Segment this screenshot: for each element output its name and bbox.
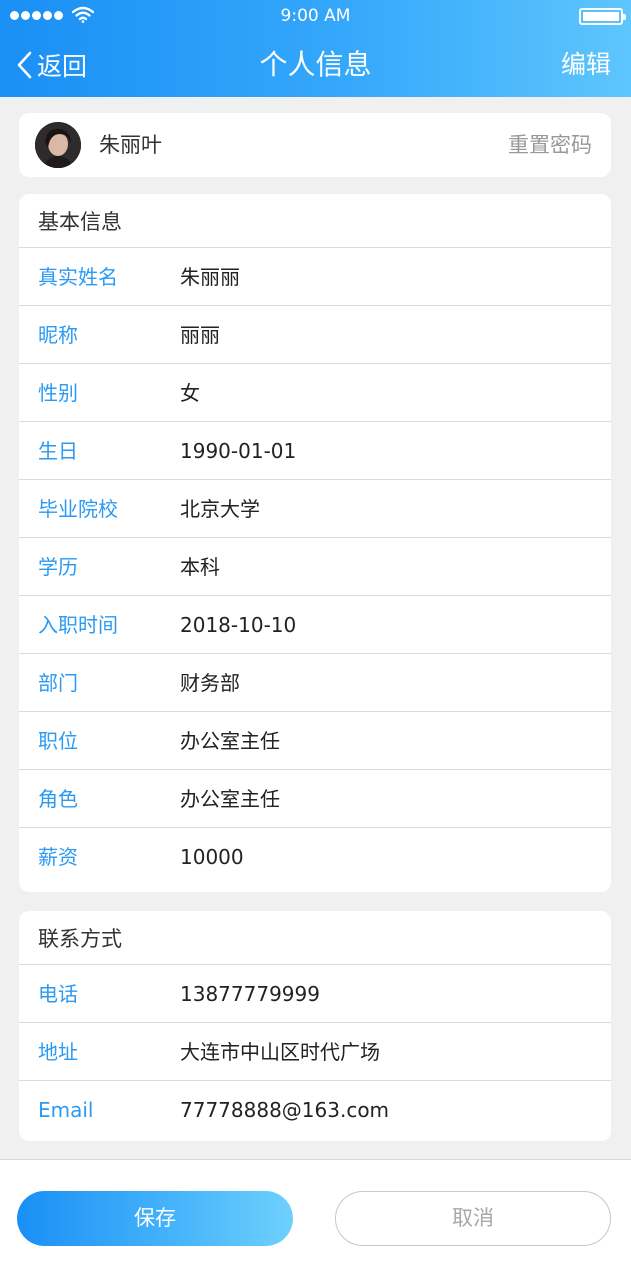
row-value: 2018-10-10	[180, 613, 297, 637]
profile-name: 朱丽叶	[99, 133, 162, 157]
row-label: Email	[38, 1098, 94, 1122]
header-bar: 9:00 AM 返回 个人信息 编辑	[0, 0, 631, 97]
back-label: 返回	[37, 52, 88, 81]
row-label: 生日	[38, 439, 78, 463]
reset-password-button[interactable]: 重置密码	[508, 113, 592, 177]
row-value: 丽丽	[180, 323, 220, 347]
contact-row-email[interactable]: Email 77778888@163.com	[19, 1081, 611, 1139]
row-label: 地址	[38, 1040, 78, 1064]
avatar-image	[35, 122, 81, 168]
profile-card: 朱丽叶 重置密码	[19, 113, 611, 177]
row-value: 1990-01-01	[180, 439, 297, 463]
row-value: 大连市中山区时代广场	[180, 1040, 380, 1064]
contact-row-phone[interactable]: 电话 13877779999	[19, 965, 611, 1023]
info-row-school[interactable]: 毕业院校 北京大学	[19, 480, 611, 538]
row-value: 本科	[180, 555, 220, 579]
info-row-gender[interactable]: 性别 女	[19, 364, 611, 422]
row-label: 昵称	[38, 323, 78, 347]
row-value: 办公室主任	[180, 729, 280, 753]
avatar[interactable]	[35, 122, 81, 168]
row-label: 部门	[38, 671, 78, 695]
status-time: 9:00 AM	[280, 6, 351, 26]
row-label: 性别	[38, 381, 78, 405]
battery-icon	[579, 8, 626, 25]
back-button[interactable]: 返回	[15, 47, 87, 83]
chevron-left-icon	[17, 51, 32, 79]
row-value: 13877779999	[180, 982, 320, 1006]
row-label: 真实姓名	[38, 265, 118, 289]
row-value: 10000	[180, 845, 244, 869]
row-label: 毕业院校	[38, 497, 118, 521]
row-value: 财务部	[180, 671, 240, 695]
row-value: 北京大学	[180, 497, 260, 521]
info-row-role[interactable]: 角色 办公室主任	[19, 770, 611, 828]
page-title: 个人信息	[259, 48, 372, 81]
save-button[interactable]: 保存	[17, 1191, 293, 1246]
row-value: 77778888@163.com	[180, 1098, 390, 1122]
row-label: 角色	[38, 787, 78, 811]
info-row-hire-date[interactable]: 入职时间 2018-10-10	[19, 596, 611, 654]
status-bar: 9:00 AM	[0, 0, 631, 32]
info-row-salary[interactable]: 薪资 10000	[19, 828, 611, 886]
info-row-education[interactable]: 学历 本科	[19, 538, 611, 596]
row-value: 朱丽丽	[180, 265, 240, 289]
info-row-birthday[interactable]: 生日 1990-01-01	[19, 422, 611, 480]
footer-bar: 保存 取消	[0, 1159, 631, 1274]
row-label: 薪资	[38, 845, 78, 869]
info-row-position[interactable]: 职位 办公室主任	[19, 712, 611, 770]
info-row-nickname[interactable]: 昵称 丽丽	[19, 306, 611, 364]
basic-info-card: 基本信息 真实姓名 朱丽丽 昵称 丽丽 性别 女 生日 1990-01-01 毕业院校 北…	[19, 194, 611, 892]
row-label: 职位	[38, 729, 78, 753]
row-label: 学历	[38, 555, 78, 579]
contact-row-address[interactable]: 地址 大连市中山区时代广场	[19, 1023, 611, 1081]
basic-info-title: 基本信息	[19, 194, 611, 248]
row-label: 入职时间	[38, 613, 118, 637]
row-value: 办公室主任	[180, 787, 280, 811]
row-label: 电话	[38, 982, 78, 1006]
contact-title: 联系方式	[19, 911, 611, 965]
info-row-real-name[interactable]: 真实姓名 朱丽丽	[19, 248, 611, 306]
edit-button[interactable]: 编辑	[561, 47, 611, 83]
cancel-button[interactable]: 取消	[335, 1191, 611, 1246]
info-row-department[interactable]: 部门 财务部	[19, 654, 611, 712]
row-value: 女	[180, 381, 200, 405]
contact-card: 联系方式 电话 13877779999 地址 大连市中山区时代广场 Email 777…	[19, 911, 611, 1141]
